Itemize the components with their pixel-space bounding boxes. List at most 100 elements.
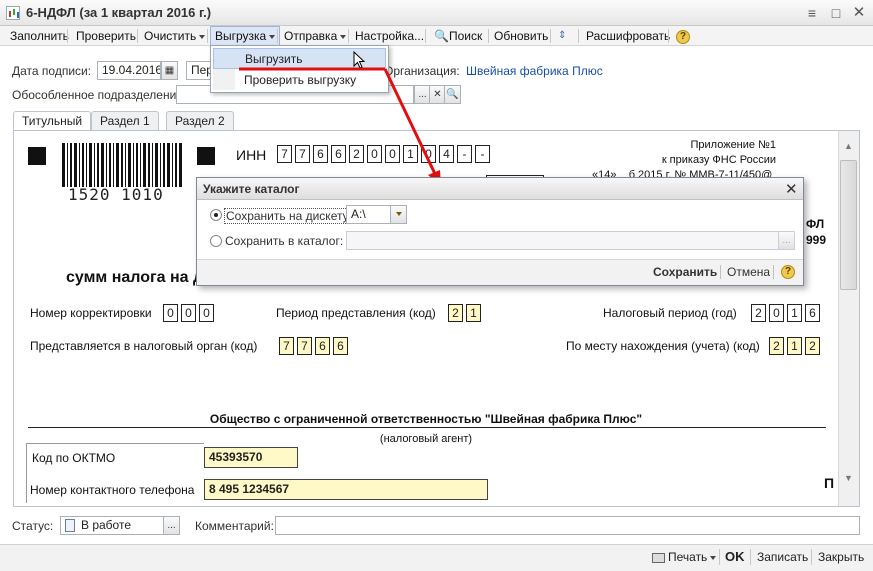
digit-cell[interactable]: 1 <box>403 145 418 163</box>
radio-diskette-label[interactable]: Сохранить на дискету: <box>224 208 354 224</box>
dialog-header: Укажите каталог ✕ <box>197 178 803 200</box>
right-fragment-1: ФЛ <box>806 217 825 231</box>
digit-cell[interactable]: 7 <box>297 337 312 355</box>
radio-diskette[interactable] <box>210 209 222 221</box>
catalog-browse-button[interactable]: ... <box>778 231 795 250</box>
digit-cell[interactable]: 2 <box>751 304 766 322</box>
footer-bar: Печать OK Записать Закрыть <box>0 544 873 571</box>
digit-cell[interactable]: 0 <box>385 145 400 163</box>
digit-cell[interactable]: 6 <box>805 304 820 322</box>
company-underline <box>28 427 826 428</box>
period-field[interactable]: Пер <box>186 61 212 80</box>
digit-cell[interactable]: 1 <box>787 337 802 355</box>
digit-cell[interactable]: 0 <box>769 304 784 322</box>
comment-field[interactable] <box>275 516 860 535</box>
search-icon[interactable]: 🔍 <box>444 85 461 104</box>
comment-label: Комментарий: <box>195 519 274 533</box>
tab-section-1[interactable]: Раздел 1 <box>91 111 159 131</box>
tab-section-2[interactable]: Раздел 2 <box>166 111 234 131</box>
digit-cell[interactable]: - <box>457 145 472 163</box>
digit-cell[interactable]: 2 <box>769 337 784 355</box>
menu-item-check-export[interactable]: Проверить выгрузку <box>213 70 386 91</box>
digit-cell[interactable]: 4 <box>439 145 454 163</box>
catalog-field[interactable] <box>346 231 779 250</box>
calendar-icon[interactable]: ▦ <box>161 61 178 80</box>
tax-organ-cells: 7766 <box>279 337 351 355</box>
chevron-down-icon <box>199 34 206 39</box>
tax-period-cells: 2016 <box>751 304 823 322</box>
digit-cell[interactable]: 2 <box>448 304 463 322</box>
location-cells: 212 <box>769 337 823 355</box>
close-button[interactable]: Закрыть <box>818 550 864 564</box>
status-select-button[interactable]: ... <box>163 516 180 535</box>
digit-cell[interactable]: 7 <box>295 145 310 163</box>
oktmo-field[interactable]: 45393570 <box>204 447 298 468</box>
print-button[interactable]: Печать <box>652 550 717 564</box>
digit-cell[interactable]: 1 <box>787 304 802 322</box>
dialog-help-button[interactable]: ? <box>781 264 795 279</box>
window-menu-icon[interactable]: ≡ <box>803 4 821 22</box>
toolbar-separator <box>425 29 426 43</box>
printer-icon <box>652 552 665 563</box>
app-chart-icon <box>6 6 20 20</box>
phone-field[interactable]: 8 495 1234567 <box>204 479 488 500</box>
toolbar-separator <box>550 29 551 43</box>
footer-separator <box>811 549 812 565</box>
digit-cell[interactable]: 0 <box>163 304 178 322</box>
chevron-down-icon <box>710 555 717 560</box>
status-label: Статус: <box>12 519 54 533</box>
digit-cell[interactable]: 0 <box>181 304 196 322</box>
appendix-line-2: к приказу ФНС России <box>661 154 776 166</box>
digit-cell[interactable]: 2 <box>805 337 820 355</box>
scroll-thumb[interactable] <box>840 160 857 290</box>
period-label: Период представления (код) <box>276 306 436 320</box>
search-label: Поиск <box>448 29 483 43</box>
export-button[interactable]: Выгрузка <box>210 26 281 46</box>
digit-cell[interactable]: 1 <box>466 304 481 322</box>
barcode-bars-icon <box>62 143 182 187</box>
diskette-select[interactable]: A:\ <box>346 205 391 224</box>
ok-button[interactable]: OK <box>725 549 745 564</box>
digit-cell[interactable]: 0 <box>199 304 214 322</box>
clear-button[interactable]: Очистить <box>140 26 209 46</box>
right-fragment-2: 999 <box>806 233 827 247</box>
status-field[interactable]: В работе <box>60 516 164 535</box>
window-maximize-icon[interactable]: □ <box>827 4 845 22</box>
chevron-down-icon <box>340 34 347 39</box>
scroll-up-icon[interactable]: ▲ <box>840 138 857 155</box>
refresh-button[interactable]: Обновить <box>490 26 552 46</box>
radio-catalog[interactable] <box>210 235 222 247</box>
write-button[interactable]: Записать <box>757 550 808 564</box>
org-link[interactable]: Швейная фабрика Плюс <box>466 64 603 78</box>
diskette-dropdown-button[interactable] <box>390 205 407 224</box>
digit-cell[interactable]: 6 <box>333 337 348 355</box>
digit-cell[interactable]: 0 <box>421 145 436 163</box>
digit-cell[interactable]: 0 <box>367 145 382 163</box>
window-close-icon[interactable]: ✕ <box>850 4 868 22</box>
digit-cell[interactable]: 2 <box>349 145 364 163</box>
decode-button[interactable]: Расшифровать <box>582 26 674 46</box>
fill-button[interactable]: Заполнить <box>6 26 73 46</box>
close-icon[interactable]: ✕ <box>785 180 798 198</box>
check-button[interactable]: Проверить <box>72 26 140 46</box>
radio-catalog-label[interactable]: Сохранить в каталог: <box>225 234 343 248</box>
digit-cell[interactable]: 7 <box>277 145 292 163</box>
scroll-down-icon[interactable]: ▼ <box>840 470 857 487</box>
sign-date-field[interactable]: 19.04.2016 <box>97 61 161 80</box>
digit-cell[interactable]: 6 <box>313 145 328 163</box>
dialog-save-button[interactable]: Сохранить <box>653 265 717 279</box>
send-button[interactable]: Отправка <box>280 26 350 46</box>
search-button[interactable]: 🔍Поиск <box>430 26 486 46</box>
help-button[interactable]: ? <box>672 26 694 46</box>
digit-cell[interactable]: 7 <box>279 337 294 355</box>
digit-cell[interactable]: 6 <box>331 145 346 163</box>
status-value: В работе <box>81 518 132 532</box>
digit-cell[interactable]: - <box>475 145 490 163</box>
up-down-arrows-icon[interactable]: ⇕ <box>554 26 570 46</box>
footer-separator <box>773 265 774 279</box>
dialog-cancel-button[interactable]: Отмена <box>727 265 770 279</box>
settings-button[interactable]: Настройка... <box>351 26 428 46</box>
tab-title[interactable]: Титульный <box>13 111 92 132</box>
digit-cell[interactable]: 6 <box>315 337 330 355</box>
chevron-down-icon <box>269 34 276 39</box>
